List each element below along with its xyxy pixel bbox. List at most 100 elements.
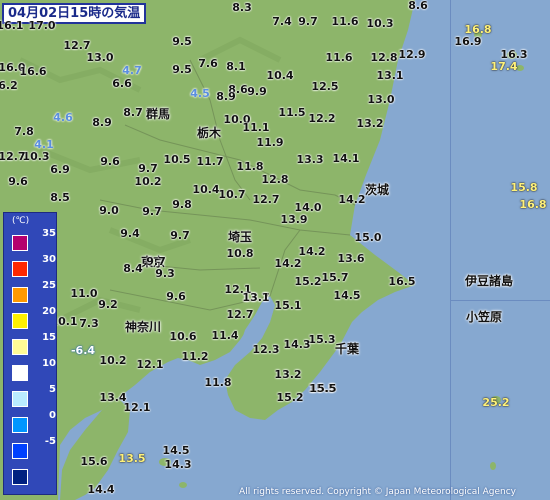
legend-label: 20 <box>42 306 56 317</box>
temperature-reading: 14.2 <box>338 193 366 206</box>
temperature-reading: 9.9 <box>247 85 267 98</box>
temperature-reading: 15.2 <box>294 275 322 288</box>
temperature-reading: 8.9 <box>216 90 236 103</box>
temperature-reading: 9.3 <box>155 267 175 280</box>
temperature-reading: 16.9 <box>454 35 482 48</box>
temperature-reading: 9.7 <box>142 205 162 218</box>
legend-row: 10 <box>10 358 56 382</box>
temperature-reading: 15.0 <box>354 231 382 244</box>
temperature-reading: 4.6 <box>53 111 73 124</box>
temperature-reading: 12.9 <box>398 48 426 61</box>
temperature-reading: 17.4 <box>490 60 518 73</box>
temperature-reading: 9.0 <box>99 204 119 217</box>
place-label-tochigi: 栃木 <box>196 126 222 140</box>
legend-unit: (℃) <box>12 216 30 226</box>
temperature-reading: 13.3 <box>296 153 324 166</box>
legend-label: 35 <box>42 228 56 239</box>
temperature-reading: 7.3 <box>79 317 99 330</box>
temperature-reading: 10.4 <box>192 183 220 196</box>
temperature-reading: 9.4 <box>120 227 140 240</box>
temperature-reading: 17.0 <box>28 19 56 32</box>
temperature-reading: 14.5 <box>333 289 361 302</box>
temperature-reading: 10.2 <box>99 354 127 367</box>
legend-swatch <box>12 287 28 303</box>
temperature-reading: 16.5 <box>388 275 416 288</box>
legend-swatch <box>12 417 28 433</box>
temperature-reading: 15.7 <box>321 271 349 284</box>
temperature-reading: 8.7 <box>123 106 143 119</box>
temperature-reading: 11.2 <box>181 350 209 363</box>
temperature-reading: 16.6 <box>19 65 47 78</box>
temperature-reading: 10.2 <box>134 175 162 188</box>
legend-swatch <box>12 469 28 485</box>
temperature-reading: 14.2 <box>274 257 302 270</box>
temperature-reading: 15.1 <box>274 299 302 312</box>
temperature-reading: 15.2 <box>276 391 304 404</box>
temperature-reading: 10.6 <box>169 330 197 343</box>
legend-swatch <box>12 261 28 277</box>
temperature-reading: 12.7 <box>252 193 280 206</box>
temperature-reading: 15.6 <box>80 455 108 468</box>
temperature-reading: 16.1 <box>0 19 24 32</box>
temperature-reading: -6.4 <box>70 344 96 357</box>
legend-row: 35 <box>10 228 56 252</box>
legend-label: 30 <box>42 254 56 265</box>
copyright-notice: All rights reserved. Copyright © Japan M… <box>239 487 516 497</box>
temperature-reading: 11.7 <box>196 155 224 168</box>
legend-label: 10 <box>42 358 56 369</box>
temperature-reading: 15.3 <box>308 333 336 346</box>
legend-swatch <box>12 339 28 355</box>
inset-divider-horizontal <box>450 300 550 301</box>
temperature-reading: 14.4 <box>87 483 115 496</box>
temperature-reading: 15.8 <box>510 181 538 194</box>
temperature-reading: 14.3 <box>164 458 192 471</box>
temperature-reading: 13.1 <box>242 291 270 304</box>
temperature-reading: 12.2 <box>308 112 336 125</box>
color-legend: (℃) 35 30 25 20 15 10 5 0 -5 <box>3 212 57 495</box>
place-label-ogasawara: 小笠原 <box>465 310 503 324</box>
temperature-reading: 13.9 <box>280 213 308 226</box>
place-label-gunma: 群馬 <box>145 107 171 121</box>
temperature-reading: 10.4 <box>266 69 294 82</box>
temperature-reading: 9.8 <box>172 198 192 211</box>
temperature-reading: 14.2 <box>298 245 326 258</box>
legend-swatch <box>12 235 28 251</box>
temperature-reading: 6.6 <box>112 77 132 90</box>
temperature-reading: 10.3 <box>366 17 394 30</box>
temperature-reading: 11.6 <box>325 51 353 64</box>
temperature-reading: 8.6 <box>408 0 428 12</box>
temperature-reading: 10.5 <box>163 153 191 166</box>
temperature-reading: 11.8 <box>236 160 264 173</box>
temperature-reading: 10.8 <box>226 247 254 260</box>
temperature-reading: 13.2 <box>356 117 384 130</box>
legend-swatch <box>12 391 28 407</box>
place-label-kanagawa: 神奈川 <box>124 320 162 334</box>
temperature-reading: 13.6 <box>337 252 365 265</box>
legend-swatch <box>12 365 28 381</box>
legend-label: 25 <box>42 280 56 291</box>
temperature-map: 04月02日15時の気温 群馬 栃木 茨城 埼玉 東京 神奈川 千葉 伊豆諸島 小笠原 16.1… <box>0 0 550 500</box>
temperature-reading: 14.1 <box>332 152 360 165</box>
temperature-reading: 12.8 <box>261 173 289 186</box>
temperature-reading: 12.3 <box>252 343 280 356</box>
temperature-reading: 13.0 <box>367 93 395 106</box>
place-label-ibaraki: 茨城 <box>364 183 390 197</box>
izu-island-2 <box>179 482 187 488</box>
temperature-reading: 14.3 <box>283 338 311 351</box>
temperature-reading: 12.1 <box>136 358 164 371</box>
legend-label: 0 <box>49 410 56 421</box>
temperature-reading: 13.2 <box>274 368 302 381</box>
temperature-reading: 13.0 <box>86 51 114 64</box>
temperature-reading: 8.9 <box>92 116 112 129</box>
temperature-reading: 12.1 <box>123 401 151 414</box>
temperature-reading: 11.9 <box>256 136 284 149</box>
legend-row: 25 <box>10 280 56 304</box>
temperature-reading: 7.8 <box>14 125 34 138</box>
temperature-reading: 9.7 <box>170 229 190 242</box>
legend-swatch <box>12 443 28 459</box>
legend-row: 5 <box>10 384 56 408</box>
temperature-reading: 8.4 <box>123 262 143 275</box>
temperature-reading: 12.7 <box>0 150 26 163</box>
place-label-izu: 伊豆諸島 <box>464 274 514 288</box>
legend-row: -5 <box>10 436 56 460</box>
